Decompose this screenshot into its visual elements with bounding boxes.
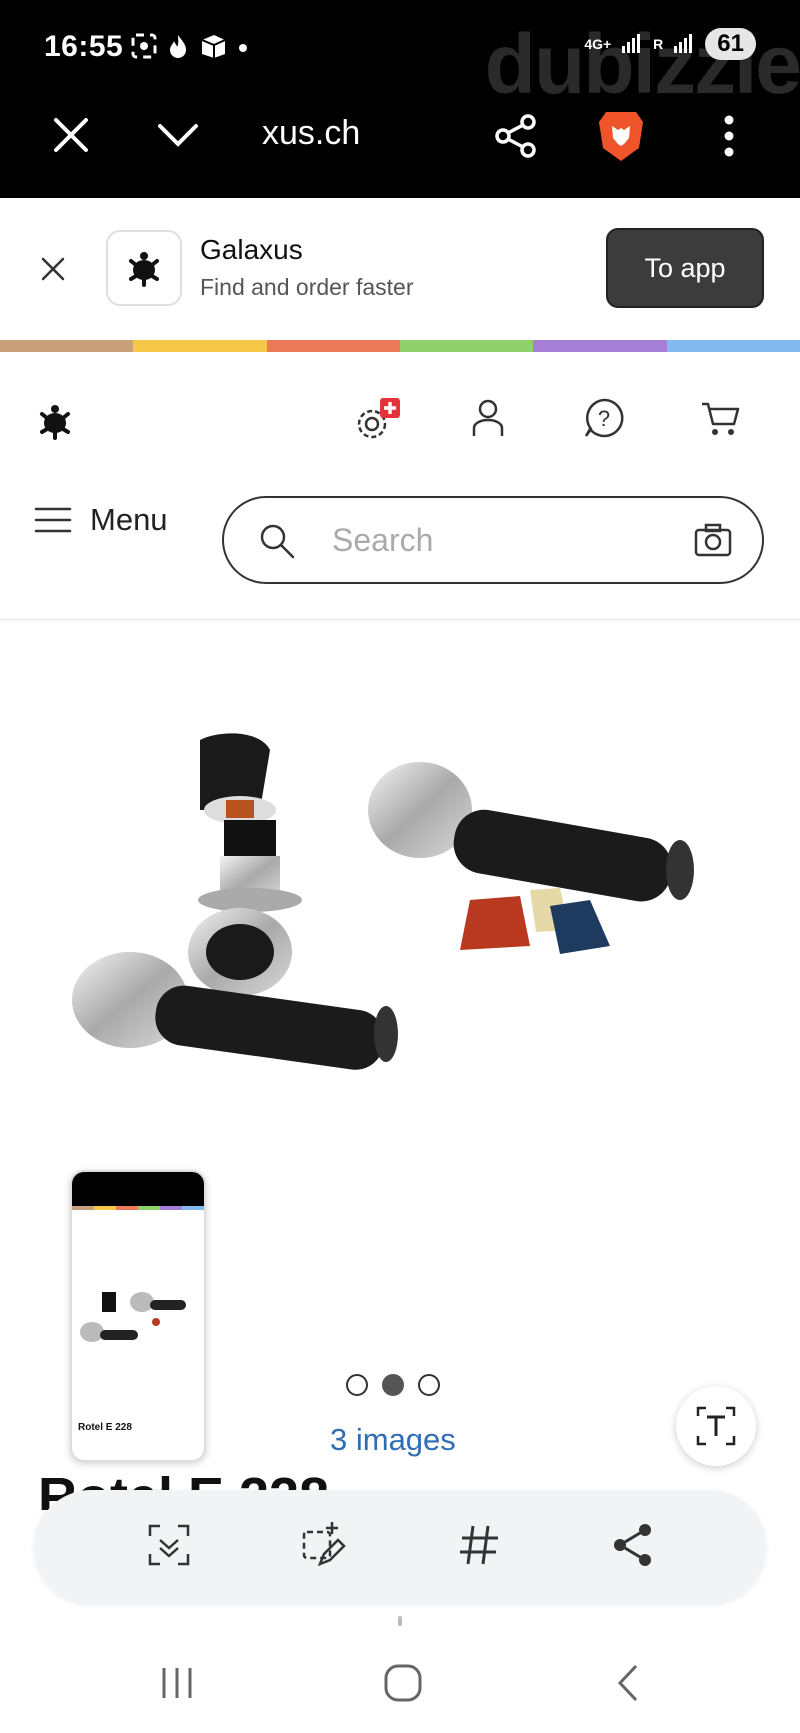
search-bar [222,496,764,584]
camera-icon [694,523,732,557]
share-button[interactable] [494,114,538,158]
gear-swiss-badge-icon [357,398,400,439]
portafilter-product-illustration [72,733,694,1070]
pagination-dot[interactable] [418,1374,440,1396]
system-navigation-bar [0,1640,800,1733]
strip-segment [133,340,267,352]
promo-tagline: Find and order faster [200,274,414,300]
flame-icon [168,33,188,64]
cart-icon [702,402,740,435]
site-header: ? Menu [0,352,800,620]
home-icon [384,1664,422,1702]
share-screenshot-button[interactable] [608,1520,658,1570]
screenshot-thumbnail-preview[interactable]: Rotel E 228 [70,1170,206,1462]
account-button[interactable] [466,396,510,440]
to-app-button[interactable]: To app [606,228,764,308]
help-bubble-icon: ? [584,398,624,438]
app-promo-banner: Galaxus Find and order faster To app [0,198,800,340]
scan-select-icon [148,1524,190,1566]
system-browser-header: 16:55 dubizzle 4G+ R 61 xus.ch [0,0,800,198]
drag-handle[interactable] [398,1616,402,1626]
menu-button[interactable]: Menu [34,502,168,538]
recents-icon [162,1668,192,1698]
status-time: 16:55 [44,30,124,63]
strip-segment [0,340,134,352]
add-tag-button[interactable] [454,1520,504,1570]
menu-label: Menu [90,502,168,537]
status-right-group: 4G+ R 61 [584,28,756,60]
home-logo-link[interactable] [34,400,76,442]
close-tab-button[interactable] [50,114,92,156]
galaxus-app-logo [106,230,182,306]
turtle-logo-icon [129,252,159,287]
smart-select-button[interactable] [144,1520,194,1570]
image-pagination [346,1374,440,1396]
brave-lion-icon [599,112,643,161]
images-count-link[interactable]: 3 images [330,1422,456,1458]
svg-text:?: ? [598,406,610,431]
draw-edit-button[interactable] [298,1520,348,1570]
chevron-left-icon [617,1664,638,1702]
close-icon [41,257,65,281]
recent-apps-button[interactable] [152,1658,202,1708]
hamburger-icon [34,507,72,533]
thumbnail-product-image [80,1292,186,1342]
back-button[interactable] [604,1658,654,1708]
strip-segment [266,340,400,352]
text-scan-icon [696,1406,736,1446]
screenshot-icon [130,32,158,65]
status-notification-icons [130,32,248,65]
strip-segment [399,340,534,352]
search-input[interactable] [332,518,672,562]
sim-label: R [653,36,664,52]
brand-color-strip [0,340,800,352]
share-icon [495,114,536,158]
more-vertical-icon [724,115,734,157]
strip-segment [666,340,800,352]
network-label: 4G+ [584,36,612,52]
thumbnail-color-strip [72,1206,204,1210]
crop-edit-icon [302,1522,346,1567]
home-button[interactable] [378,1658,428,1708]
screenshot-action-bar [34,1490,766,1604]
product-image[interactable] [60,720,740,1200]
camera-search-button[interactable] [694,522,732,558]
collapse-button[interactable] [156,118,200,154]
strip-segment [533,340,667,352]
thumbnail-header [72,1172,204,1206]
battery-level: 61 [705,28,756,60]
notification-dot-icon [238,40,248,58]
pagination-dot[interactable] [346,1374,368,1396]
hashtag-icon [460,1525,498,1565]
box-icon [198,32,228,65]
signal-icon [621,32,643,57]
chevron-down-icon [158,124,198,147]
dismiss-promo-button[interactable] [40,256,66,282]
more-options-button[interactable] [722,114,736,158]
browser-toolbar: xus.ch [0,100,800,180]
promo-app-name: Galaxus [200,234,303,265]
close-icon [54,118,88,152]
brave-shields-button[interactable] [596,108,646,164]
swiss-settings-button[interactable] [352,396,400,440]
thumbnail-product-title: Rotel E 228 [78,1422,132,1433]
url-field[interactable]: xus.ch [262,114,360,153]
turtle-logo-icon [40,405,70,440]
search-icon [258,522,296,560]
signal-2-icon [673,32,695,57]
user-icon [472,399,504,436]
cart-button[interactable] [698,396,742,440]
pagination-dot-active[interactable] [382,1374,404,1396]
extract-text-button[interactable] [676,1386,756,1466]
help-button[interactable]: ? [582,396,626,440]
share-icon [614,1524,651,1566]
